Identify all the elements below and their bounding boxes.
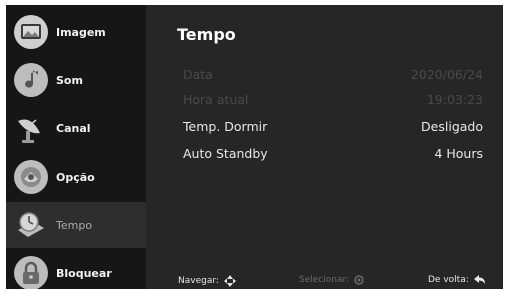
setting-row-sleep-timer[interactable]: Temp. Dormir Desligado <box>183 119 483 139</box>
setting-label: Data <box>183 67 213 82</box>
footer-select-label: Selecionar: <box>299 275 350 285</box>
sidebar-item-canal[interactable]: Canal <box>6 105 146 151</box>
options-icon <box>14 160 48 194</box>
satellite-dish-icon <box>14 111 48 145</box>
sidebar-item-imagem[interactable]: Imagem <box>6 9 146 55</box>
sidebar-item-tempo[interactable]: Tempo <box>6 202 146 248</box>
setting-value: 2020/06/24 <box>410 67 483 82</box>
sidebar-item-label: Opção <box>56 170 95 184</box>
footer-back-label: De volta: <box>428 275 469 285</box>
setting-row-auto-standby[interactable]: Auto Standby 4 Hours <box>183 146 483 166</box>
setting-row-date: Data 2020/06/24 <box>183 67 483 87</box>
setting-value: 4 Hours <box>434 146 483 161</box>
setting-label: Hora atual <box>183 92 249 107</box>
sidebar-item-label: Som <box>56 73 83 87</box>
setting-label: Auto Standby <box>183 146 268 161</box>
sidebar-item-label: Tempo <box>56 218 93 232</box>
music-note-icon <box>14 63 48 97</box>
setting-label: Temp. Dormir <box>183 119 268 134</box>
sidebar-menu: Imagem Som Canal Opção Tempo Bloquear <box>6 5 146 289</box>
tv-menu-screen: Imagem Som Canal Opção Tempo Bloquear Te… <box>6 5 503 289</box>
lock-icon <box>14 256 48 289</box>
back-arrow-icon <box>473 275 485 284</box>
ok-button-icon <box>354 275 364 285</box>
sidebar-item-bloquear[interactable]: Bloquear <box>6 250 146 289</box>
sidebar-item-label: Imagem <box>56 25 106 39</box>
navigate-arrows-icon <box>223 275 236 287</box>
settings-panel: Tempo Data 2020/06/24 Hora atual 19:03:2… <box>146 5 503 289</box>
sidebar-item-label: Canal <box>56 121 91 135</box>
footer-navigate-hint: Navegar: <box>178 275 236 287</box>
setting-value: 19:03:23 <box>426 92 483 107</box>
page-title: Tempo <box>177 25 236 44</box>
setting-value: Desligado <box>421 119 483 134</box>
clock-icon <box>14 208 48 242</box>
sidebar-item-label: Bloquear <box>56 266 112 280</box>
footer-navigate-label: Navegar: <box>178 276 219 286</box>
picture-icon <box>14 15 48 49</box>
sidebar-item-opcao[interactable]: Opção <box>6 154 146 200</box>
footer-select-hint: Selecionar: <box>299 275 364 285</box>
footer-back-hint: De volta: <box>428 275 486 285</box>
sidebar-item-som[interactable]: Som <box>6 57 146 103</box>
setting-row-current-time: Hora atual 19:03:23 <box>183 92 483 112</box>
